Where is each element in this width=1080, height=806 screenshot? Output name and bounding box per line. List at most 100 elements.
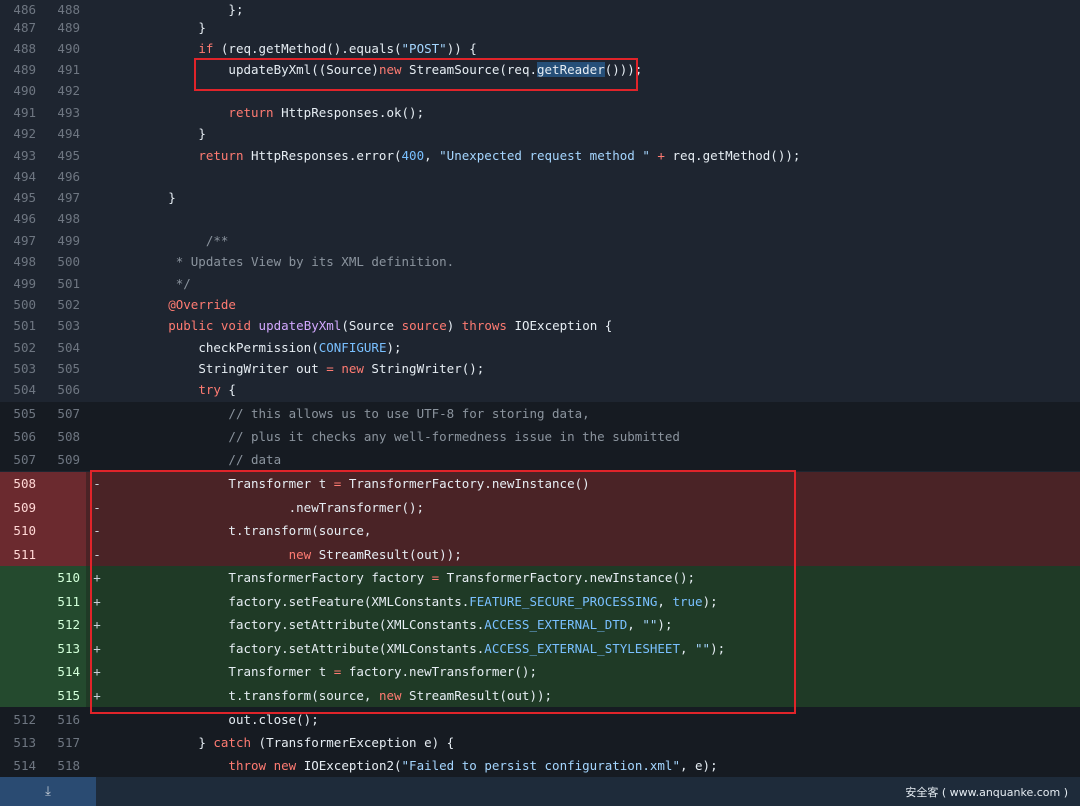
new-line-number[interactable]: 508 [42, 429, 86, 444]
old-line-number[interactable]: 495 [0, 190, 42, 205]
new-line-number[interactable]: 488 [42, 2, 86, 17]
new-line-number[interactable]: 494 [42, 126, 86, 141]
old-line-number[interactable]: 514 [0, 758, 42, 773]
old-line-number[interactable]: 486 [0, 2, 42, 17]
code-line: out.close(); [228, 711, 319, 727]
diff-row: 486 488 }; [0, 0, 1080, 18]
new-line-number[interactable]: 497 [42, 190, 86, 205]
old-line-number[interactable]: 490 [0, 83, 42, 98]
diff-marker: + [93, 617, 101, 632]
diff-row: 488 490 if (req.getMethod().equals("POST"… [0, 37, 1080, 59]
code-line: try { [198, 382, 236, 397]
old-line-number[interactable]: 509 [0, 495, 42, 519]
old-line-number[interactable]: 513 [0, 735, 42, 750]
new-line-number[interactable]: 510 [42, 566, 86, 589]
old-line-number[interactable] [0, 683, 42, 707]
old-line-number[interactable]: 487 [0, 20, 42, 35]
new-line-number[interactable]: 505 [42, 361, 86, 376]
diff-row: 512 516 out.close(); [0, 707, 1080, 731]
new-line-number[interactable]: 514 [42, 660, 86, 683]
new-line-number[interactable] [42, 519, 86, 542]
expand-down-icon[interactable]: ⤓ [0, 777, 96, 806]
old-line-number[interactable]: 494 [0, 169, 42, 184]
new-line-number[interactable]: 489 [42, 20, 86, 35]
diff-row: 498 500 * Updates View by its XML definit… [0, 251, 1080, 272]
new-line-number[interactable]: 499 [42, 233, 86, 248]
old-line-number[interactable]: 508 [0, 472, 42, 495]
new-line-number[interactable]: 501 [42, 276, 86, 291]
code-line: } [198, 126, 206, 141]
old-line-number[interactable] [0, 636, 42, 660]
old-line-number[interactable] [0, 660, 42, 683]
diff-row: 491 493 return HttpResponses.ok(); [0, 101, 1080, 123]
new-line-number[interactable]: 512 [42, 613, 86, 636]
old-line-number[interactable]: 500 [0, 297, 42, 312]
new-line-number[interactable]: 516 [42, 712, 86, 727]
new-line-number[interactable]: 506 [42, 382, 86, 397]
old-line-number[interactable]: 491 [0, 105, 42, 120]
diff-row-added: 512 + factory.setAttribute(XMLConstants.A… [0, 613, 1080, 636]
new-line-number[interactable]: 518 [42, 758, 86, 773]
diff-row: 487 489 } [0, 18, 1080, 37]
new-line-number[interactable]: 517 [42, 735, 86, 750]
new-line-number[interactable]: 515 [42, 683, 86, 707]
old-line-number[interactable]: 510 [0, 519, 42, 542]
new-line-number[interactable]: 500 [42, 254, 86, 269]
code-line: StringWriter out = new StringWriter(); [198, 361, 485, 376]
old-line-number[interactable]: 497 [0, 233, 42, 248]
code-line: new StreamResult(out)); [288, 546, 462, 562]
new-line-number[interactable]: 513 [42, 636, 86, 660]
old-line-number[interactable]: 489 [0, 62, 42, 77]
diff-row: 504 506 try { [0, 379, 1080, 400]
old-line-number[interactable] [0, 613, 42, 636]
new-line-number[interactable]: 492 [42, 83, 86, 98]
old-line-number[interactable]: 488 [0, 41, 42, 56]
old-line-number[interactable]: 506 [0, 429, 42, 444]
old-line-number[interactable]: 503 [0, 361, 42, 376]
diff-row: 490 492 [0, 80, 1080, 101]
old-line-number[interactable]: 492 [0, 126, 42, 141]
new-line-number[interactable] [42, 542, 86, 566]
new-line-number[interactable] [42, 495, 86, 519]
old-line-number[interactable]: 499 [0, 276, 42, 291]
old-line-number[interactable]: 493 [0, 148, 42, 163]
old-line-number[interactable]: 501 [0, 318, 42, 333]
diff-row: 492 494 } [0, 123, 1080, 144]
new-line-number[interactable]: 502 [42, 297, 86, 312]
new-line-number[interactable]: 491 [42, 62, 86, 77]
diff-row: 493 495 return HttpResponses.error(400, "… [0, 144, 1080, 166]
old-line-number[interactable]: 498 [0, 254, 42, 269]
code-line: return HttpResponses.ok(); [228, 104, 425, 120]
diff-row-added: 515 + t.transform(source, new StreamResul… [0, 683, 1080, 707]
new-line-number[interactable]: 511 [42, 589, 86, 613]
code-line: TransformerFactory factory = Transformer… [228, 570, 696, 585]
new-line-number[interactable] [42, 472, 86, 495]
new-line-number[interactable]: 490 [42, 41, 86, 56]
old-line-number[interactable]: 504 [0, 382, 42, 397]
new-line-number[interactable]: 503 [42, 318, 86, 333]
old-line-number[interactable]: 505 [0, 406, 42, 421]
new-line-number[interactable]: 498 [42, 211, 86, 226]
old-line-number[interactable]: 496 [0, 211, 42, 226]
old-line-number[interactable]: 511 [0, 542, 42, 566]
code-line: // this allows us to use UTF-8 for stori… [228, 406, 590, 421]
old-line-number[interactable]: 512 [0, 712, 42, 727]
new-line-number[interactable]: 507 [42, 406, 86, 421]
diff-row-deleted: 510 - t.transform(source, [0, 519, 1080, 542]
old-line-number[interactable]: 502 [0, 340, 42, 355]
new-line-number[interactable]: 509 [42, 452, 86, 467]
old-line-number[interactable] [0, 566, 42, 589]
new-line-number[interactable]: 493 [42, 105, 86, 120]
code-line: t.transform(source, [228, 523, 372, 538]
new-line-number[interactable]: 504 [42, 340, 86, 355]
diff-row: 503 505 StringWriter out = new StringWrit… [0, 358, 1080, 379]
new-line-number[interactable]: 495 [42, 148, 86, 163]
diff-row: 507 509 // data [0, 448, 1080, 471]
old-line-number[interactable]: 507 [0, 452, 42, 467]
old-line-number[interactable] [0, 589, 42, 613]
diff-row-added: 510 + TransformerFactory factory = Transf… [0, 566, 1080, 589]
new-line-number[interactable]: 496 [42, 169, 86, 184]
diff-marker: + [93, 687, 101, 703]
diff-row: 496 498 [0, 208, 1080, 229]
diff-row-deleted: 511 - new StreamResult(out)); [0, 542, 1080, 566]
